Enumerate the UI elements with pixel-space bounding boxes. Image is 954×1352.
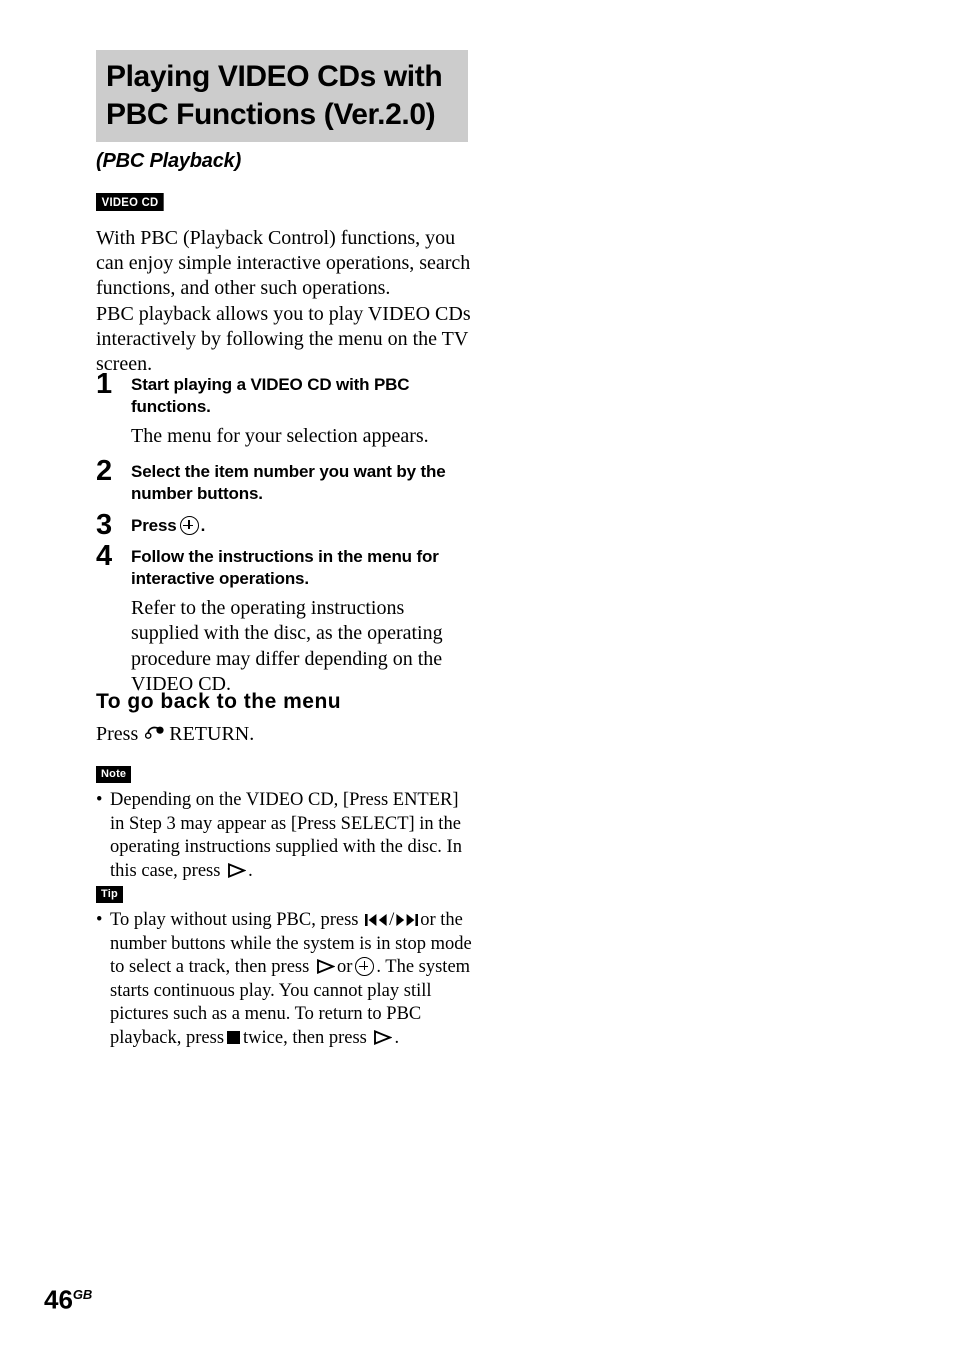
step-body: Refer to the operating instructions supp… — [131, 597, 443, 695]
page-title-band: Playing VIDEO CDs with PBC Functions (Ve… — [96, 50, 468, 142]
tip-badge: Tip — [96, 886, 123, 903]
step-heading-text: Press — [131, 516, 177, 536]
play-triangle-icon — [373, 1029, 393, 1045]
play-triangle-icon — [316, 959, 335, 975]
section-body-prefix: Press — [96, 723, 139, 745]
section-heading: To go back to the menu — [96, 690, 342, 713]
note-callout: Note • Depending on the VIDEO CD, [Press … — [96, 764, 476, 883]
play-triangle-icon — [227, 862, 247, 878]
step-item: 2 Select the item number you want by the… — [96, 457, 476, 505]
step-heading: Press. — [131, 515, 476, 537]
tip-callout: Tip • To play without using PBC, press / … — [96, 884, 476, 1050]
stop-square-icon — [227, 1030, 241, 1044]
tip-text-part1: To play without using PBC, press — [110, 910, 359, 930]
page-title: Playing VIDEO CDs with PBC Functions (Ve… — [106, 60, 443, 131]
step-item: 3 Press. — [96, 511, 476, 540]
bullet-marker: • — [96, 910, 103, 930]
page-subtitle: (PBC Playback) — [96, 150, 242, 172]
steps-list: 1 Start playing a VIDEO CD with PBC func… — [96, 370, 476, 697]
manual-page: Playing VIDEO CDs with PBC Functions (Ve… — [0, 0, 954, 1352]
next-track-icon — [395, 913, 419, 927]
note-text-part2: . — [248, 860, 253, 881]
step-item: 4 Follow the instructions in the menu fo… — [96, 542, 476, 697]
tip-text: • To play without using PBC, press / or t… — [96, 909, 476, 1050]
bullet-marker: • — [96, 790, 103, 810]
step-heading-suffix: . — [200, 516, 206, 536]
tip-text-part3: or — [336, 957, 353, 977]
step-heading: Follow the instructions in the menu for … — [131, 547, 439, 589]
step-number: 2 — [96, 455, 113, 488]
note-text-part1: Depending on the VIDEO CD, [Press ENTER]… — [110, 790, 462, 881]
return-arrow-icon — [145, 725, 167, 741]
step-body: The menu for your selection appears. — [131, 425, 429, 447]
enter-circle-plus-icon — [355, 957, 375, 977]
tip-text-part6: . — [394, 1027, 400, 1048]
intro-paragraph: With PBC (Playback Control) functions, y… — [96, 227, 471, 376]
section-body-suffix: RETURN. — [169, 723, 255, 745]
step-number: 3 — [96, 509, 113, 542]
page-number-footer: 46GB — [44, 1282, 92, 1313]
section-body: Press RETURN. — [96, 722, 254, 747]
step-number: 1 — [96, 368, 113, 400]
page-region-code: GB — [72, 1287, 93, 1302]
note-text: • Depending on the VIDEO CD, [Press ENTER… — [96, 789, 476, 883]
enter-circle-plus-icon — [179, 516, 199, 536]
step-item: 1 Start playing a VIDEO CD with PBC func… — [96, 370, 476, 449]
tip-text-part5: twice, then press — [243, 1027, 367, 1048]
tip-icon-separator: / — [389, 910, 395, 930]
step-number: 4 — [96, 540, 113, 573]
page-number: 46 — [44, 1284, 73, 1315]
step-heading: Select the item number you want by the n… — [131, 462, 446, 504]
step-heading: Start playing a VIDEO CD with PBC functi… — [131, 375, 410, 416]
video-cd-badge: VIDEO CD — [96, 193, 165, 211]
prev-track-icon — [364, 913, 388, 927]
note-badge: Note — [96, 766, 132, 783]
